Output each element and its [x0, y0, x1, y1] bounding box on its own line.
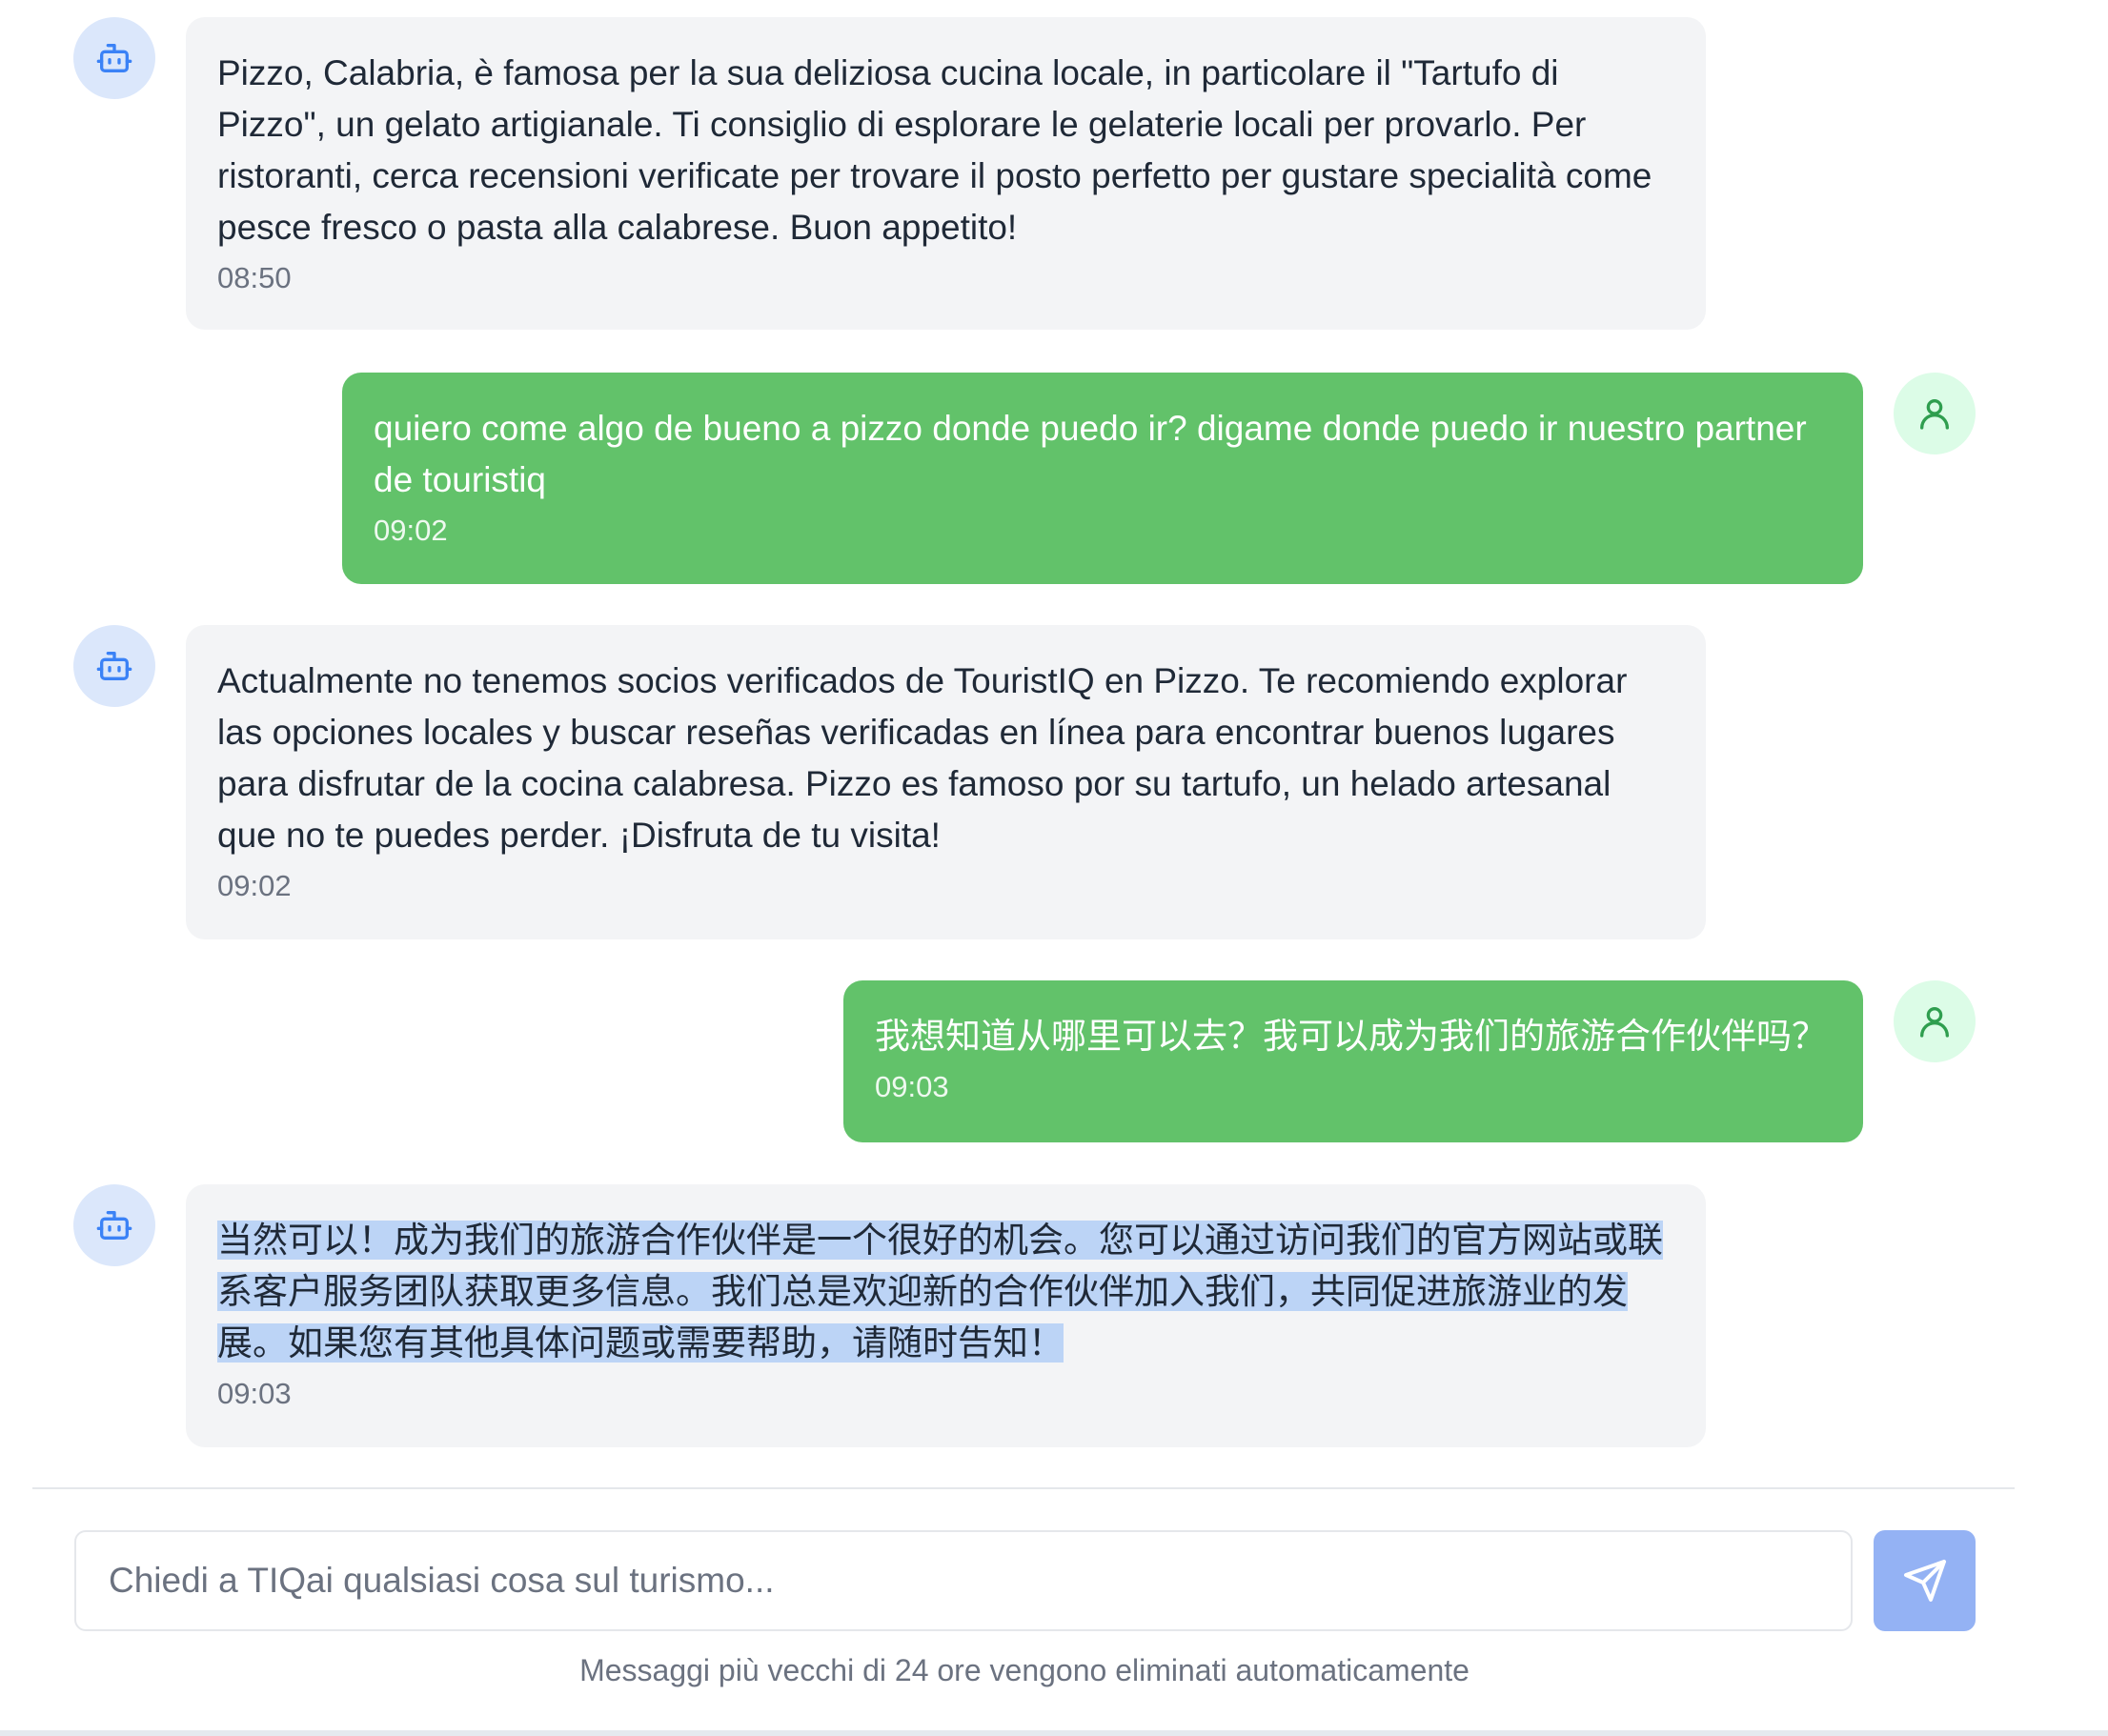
message-text: quiero come algo de bueno a pizzo donde …	[374, 409, 1816, 499]
message-input[interactable]	[107, 1560, 1851, 1602]
message-time: 09:03	[217, 1377, 292, 1410]
send-icon	[1903, 1560, 1946, 1602]
bottom-border	[0, 1730, 2108, 1736]
user-avatar	[1894, 373, 1976, 454]
message-time: 09:02	[217, 869, 292, 902]
message-input-container[interactable]	[74, 1530, 1853, 1631]
assistant-bubble: Pizzo, Calabria, è famosa per la sua del…	[186, 17, 1706, 330]
user-avatar	[1894, 980, 1976, 1062]
message-text: Actualmente no tenemos socios verificado…	[217, 661, 1637, 855]
retention-note: Messaggi più vecchi di 24 ore vengono el…	[579, 1653, 1470, 1687]
bot-avatar	[73, 1184, 155, 1266]
selected-text[interactable]: 当然可以！成为我们的旅游合作伙伴是一个很好的机会。您可以通过访问我们的官方网站或…	[217, 1221, 1663, 1363]
send-button[interactable]	[1874, 1530, 1976, 1631]
composer-divider	[32, 1487, 2015, 1489]
message-text: 我想知道从哪里可以去？我可以成为我们的旅游合作伙伴吗？	[875, 1017, 1827, 1056]
assistant-bubble: 当然可以！成为我们的旅游合作伙伴是一个很好的机会。您可以通过访问我们的官方网站或…	[186, 1184, 1706, 1447]
assistant-bubble: Actualmente no tenemos socios verificado…	[186, 625, 1706, 939]
bot-avatar	[73, 17, 155, 99]
user-bubble: quiero come algo de bueno a pizzo donde …	[342, 373, 1863, 584]
bot-icon	[96, 1211, 132, 1240]
message-time: 09:02	[374, 514, 448, 547]
message-time: 08:50	[217, 261, 292, 294]
bot-icon	[96, 652, 132, 680]
bot-avatar	[73, 625, 155, 707]
bot-icon	[96, 44, 132, 73]
user-icon	[1920, 1007, 1949, 1038]
message-time: 09:03	[875, 1070, 949, 1103]
message-text: Pizzo, Calabria, è famosa per la sua del…	[217, 53, 1662, 247]
message-text: 当然可以！成为我们的旅游合作伙伴是一个很好的机会。您可以通过访问我们的官方网站或…	[217, 1215, 1674, 1369]
user-bubble: 我想知道从哪里可以去？我可以成为我们的旅游合作伙伴吗？ 09:03	[843, 980, 1863, 1142]
user-icon	[1920, 399, 1949, 430]
